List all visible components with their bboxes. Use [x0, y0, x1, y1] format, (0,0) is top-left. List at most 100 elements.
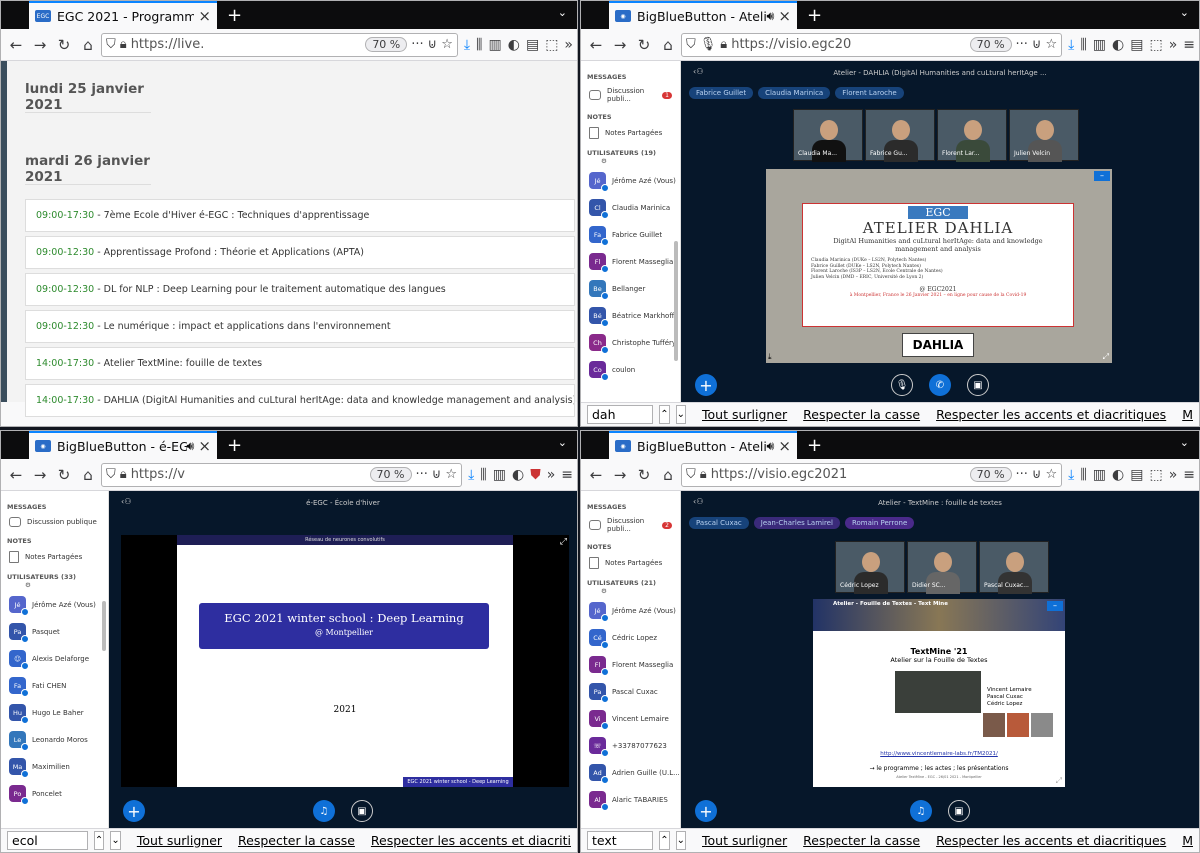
pocket-icon[interactable]: ⊍: [432, 467, 442, 482]
close-tab-icon[interactable]: ×: [198, 7, 211, 25]
user-list-item[interactable]: Al Alaric TABARIES: [581, 786, 680, 813]
back-icon[interactable]: ←: [585, 466, 607, 484]
overflow-icon[interactable]: »: [547, 467, 556, 483]
url-bar[interactable]: ⛉ 🔒︎ https://visio.egc2021 70 % ··· ⊍ ☆: [681, 462, 1063, 487]
reader-icon[interactable]: ▤: [526, 37, 539, 53]
pocket-icon[interactable]: ⊍: [428, 37, 438, 52]
forward-icon[interactable]: →: [609, 36, 631, 54]
back-icon[interactable]: ←: [5, 466, 27, 484]
home-icon[interactable]: ⌂: [657, 36, 679, 54]
user-list-item[interactable]: Be Bellanger: [581, 275, 680, 302]
camera-off-icon[interactable]: ▣: [948, 800, 970, 822]
shared-notes-item[interactable]: Notes Partagées: [581, 553, 680, 573]
find-input[interactable]: text: [587, 831, 654, 850]
find-next-button[interactable]: ⌄: [110, 831, 121, 850]
forward-icon[interactable]: →: [29, 36, 51, 54]
lock-icon[interactable]: 🔒︎: [720, 37, 727, 52]
slide-link[interactable]: http://www.vincentlemaire-labs.fr/TM2021…: [813, 751, 1065, 757]
tab-bbb-dahlia[interactable]: ◉ BigBlueButton - Atelie 🔊︎ ×: [609, 1, 797, 29]
gear-icon[interactable]: ⚙: [601, 157, 607, 165]
extension-icon[interactable]: ◐: [508, 37, 520, 53]
new-tab-button[interactable]: +: [807, 435, 822, 456]
home-icon[interactable]: ⌂: [77, 466, 99, 484]
user-list-item[interactable]: Fa Fabrice Guillet: [581, 221, 680, 248]
shared-notes-item[interactable]: Notes Partagées: [1, 547, 108, 567]
reader-icon[interactable]: ▤: [1130, 467, 1143, 483]
webcam-tile[interactable]: Claudia Ma...: [793, 109, 863, 162]
speaker-icon[interactable]: 🔊︎: [767, 438, 775, 454]
camera-off-icon[interactable]: ▣: [967, 374, 989, 396]
overflow-icon[interactable]: »: [564, 37, 573, 53]
more-icon[interactable]: ···: [411, 37, 423, 52]
highlight-all-option[interactable]: Tout surligner: [702, 833, 787, 848]
zoom-level[interactable]: 70 %: [969, 37, 1012, 52]
sidebar-icon[interactable]: ▥: [1093, 37, 1106, 53]
event-row[interactable]: 09:00-12:30- DL for NLP : Deep Learning …: [25, 273, 575, 306]
user-list-item[interactable]: Po Poncelet: [1, 780, 108, 807]
speaker-icon[interactable]: 🔊︎: [767, 8, 775, 24]
close-tab-icon[interactable]: ×: [778, 7, 791, 25]
shield-icon[interactable]: ⛉: [686, 467, 696, 482]
fullscreen-icon[interactable]: ⤢: [560, 537, 567, 547]
chevron-down-icon[interactable]: ⌄: [558, 6, 567, 19]
minimize-presentation-button[interactable]: –: [1094, 171, 1110, 181]
public-chat-item[interactable]: Discussion publique: [1, 513, 108, 531]
user-list-item[interactable]: Fl Florent Masseglia: [581, 248, 680, 275]
user-list-item[interactable]: Fl Florent Masseglia: [581, 651, 680, 678]
webcam-tile[interactable]: Cédric Lopez: [835, 541, 905, 594]
tab-bbb-ecole[interactable]: ◉ BigBlueButton - é-EGC 🔊︎ ×: [29, 431, 217, 459]
overflow-icon[interactable]: »: [1169, 37, 1178, 53]
webcam-tile[interactable]: Florent Lar...: [937, 109, 1007, 162]
zoom-level[interactable]: 70 %: [369, 467, 412, 482]
reader-icon[interactable]: ▤: [1130, 37, 1143, 53]
event-row[interactable]: 09:00-17:30- 7ème Ecole d'Hiver é-EGC : …: [25, 199, 575, 232]
webcam-tile[interactable]: Pascal Cuxac...: [979, 541, 1049, 594]
find-next-button[interactable]: ⌄: [675, 405, 686, 424]
download-icon[interactable]: ⤓: [1068, 37, 1074, 53]
user-list-item[interactable]: Jé Jérôme Azé (Vous): [581, 597, 680, 624]
download-slide-icon[interactable]: ⤓: [768, 352, 772, 362]
zoom-level[interactable]: 70 %: [365, 37, 408, 52]
find-previous-button[interactable]: ⌃: [93, 831, 105, 850]
user-list-item[interactable]: Ch Christophe Tufféry: [581, 329, 680, 356]
fullscreen-icon[interactable]: ⤢: [1056, 776, 1062, 786]
pocket-icon[interactable]: ⊍: [1032, 467, 1042, 482]
sidebar-icon[interactable]: ▥: [1093, 467, 1106, 483]
gear-icon[interactable]: ⚙: [25, 581, 31, 589]
user-list-item[interactable]: Jé Jérôme Azé (Vous): [581, 167, 680, 194]
gear-icon[interactable]: ⚙: [601, 587, 607, 595]
user-list-item[interactable]: ☺ Alexis Delaforge: [1, 645, 108, 672]
shield-icon[interactable]: ⛉: [106, 37, 116, 52]
bookmark-star-icon[interactable]: ☆: [1045, 37, 1057, 52]
find-input[interactable]: ecol: [7, 831, 88, 850]
chevron-down-icon[interactable]: ⌄: [1180, 6, 1189, 19]
headphones-icon[interactable]: ♫: [910, 800, 932, 822]
scrollbar[interactable]: [102, 601, 106, 651]
camera-off-icon[interactable]: ▣: [351, 800, 373, 822]
webcam-tile[interactable]: Julien Velcin: [1009, 109, 1079, 162]
bookmark-star-icon[interactable]: ☆: [441, 37, 453, 52]
url-bar[interactable]: ⛉ 🔒︎ https://v 70 % ··· ⊍ ☆: [101, 462, 463, 487]
whole-words-option[interactable]: M: [1182, 833, 1193, 848]
more-icon[interactable]: ···: [1016, 37, 1028, 52]
extension-icon[interactable]: ◐: [1112, 467, 1124, 483]
webcam-tile[interactable]: Didier SC...: [907, 541, 977, 594]
shield-icon[interactable]: ⛉: [686, 37, 696, 52]
pocket-icon[interactable]: ⊍: [1032, 37, 1042, 52]
tab-programme[interactable]: EGC EGC 2021 - Programme ×: [29, 1, 217, 29]
lock-icon[interactable]: 🔒︎: [120, 37, 127, 52]
match-case-option[interactable]: Respecter la casse: [803, 407, 920, 422]
menu-icon[interactable]: ≡: [1183, 467, 1195, 483]
library-icon[interactable]: ⫼: [480, 467, 486, 483]
speaker-icon[interactable]: 🔊︎: [187, 438, 195, 454]
url-bar[interactable]: ⛉ 🔒︎ https://live. 70 % ··· ⊍ ☆: [101, 32, 458, 57]
find-next-button[interactable]: ⌄: [675, 831, 686, 850]
user-list-item[interactable]: ☏ +33787077623: [581, 732, 680, 759]
shield-icon[interactable]: ⛉: [106, 467, 116, 482]
mute-icon[interactable]: 🎙︎: [891, 374, 913, 396]
chevron-down-icon[interactable]: ⌄: [1180, 436, 1189, 449]
reload-icon[interactable]: ↻: [633, 466, 655, 484]
phone-icon[interactable]: ✆: [929, 374, 951, 396]
user-list-item[interactable]: Co coulon: [581, 356, 680, 383]
fullscreen-icon[interactable]: ⤢: [1103, 352, 1109, 362]
